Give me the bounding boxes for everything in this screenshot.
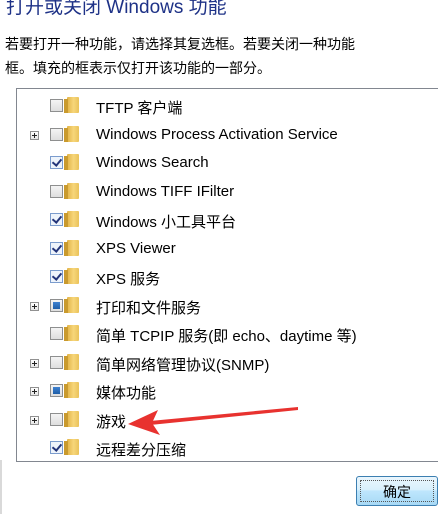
- feature-row[interactable]: 简单网络管理协议(SNMP): [17, 350, 438, 378]
- feature-label: XPS Viewer: [96, 239, 176, 257]
- folder-icon: [64, 154, 79, 170]
- folder-icon: [64, 439, 79, 455]
- feature-row[interactable]: Windows Search: [17, 150, 438, 178]
- feature-label: 游戏: [96, 413, 127, 431]
- feature-checkbox[interactable]: [50, 298, 63, 312]
- window-edge: [0, 460, 2, 514]
- expand-plus-icon[interactable]: [30, 387, 39, 396]
- ok-button[interactable]: 确定: [356, 476, 438, 506]
- feature-row[interactable]: Windows Process Activation Service: [17, 122, 438, 150]
- expand-plus-icon[interactable]: [30, 301, 39, 311]
- feature-checkbox[interactable]: [50, 99, 63, 112]
- feature-checkbox[interactable]: [50, 412, 63, 426]
- feature-row[interactable]: TFTP 客户端: [17, 93, 438, 121]
- folder-icon: [64, 239, 79, 256]
- expand-plus-icon[interactable]: [30, 130, 39, 140]
- feature-row[interactable]: Windows TIFF IFilter: [17, 179, 438, 207]
- feature-checkbox[interactable]: [50, 441, 63, 454]
- expand-plus-icon[interactable]: [30, 415, 39, 425]
- feature-checkbox[interactable]: [50, 156, 63, 169]
- folder-icon: [64, 97, 79, 113]
- feature-row[interactable]: XPS 服务: [17, 264, 438, 292]
- feature-label: Windows 小工具平台: [96, 214, 237, 231]
- feature-label: 打印和文件服务: [96, 299, 202, 317]
- folder-icon: [64, 125, 79, 142]
- features-tree[interactable]: TFTP 客户端 Windows Process Activation Servi…: [16, 88, 438, 462]
- feature-checkbox[interactable]: [50, 213, 63, 226]
- feature-label: Windows TIFF IFilter: [96, 182, 235, 200]
- feature-row[interactable]: Windows 小工具平台: [17, 207, 438, 235]
- feature-row[interactable]: XPS Viewer: [17, 236, 438, 264]
- feature-label: 简单 TCPIP 服务(即 echo、daytime 等): [96, 328, 357, 345]
- expand-plus-icon[interactable]: [30, 358, 39, 368]
- feature-checkbox[interactable]: [50, 127, 63, 141]
- feature-row[interactable]: 打印和文件服务: [17, 293, 438, 321]
- feature-label: XPS 服务: [96, 271, 161, 288]
- feature-row[interactable]: 简单 TCPIP 服务(即 echo、daytime 等): [17, 321, 438, 349]
- folder-icon: [64, 182, 79, 199]
- folder-icon: [64, 353, 79, 370]
- folder-icon: [64, 211, 79, 227]
- feature-label: Windows Search: [96, 154, 209, 171]
- feature-label: 简单网络管理协议(SNMP): [96, 356, 270, 374]
- feature-checkbox[interactable]: [50, 184, 63, 198]
- feature-row[interactable]: 远程差分压缩: [17, 435, 438, 461]
- dialog-title: 打开或关闭 Windows 功能: [6, 0, 227, 18]
- feature-checkbox[interactable]: [50, 270, 63, 283]
- dialog-description: 若要打开一种功能，请选择其复选框。若要关闭一种功能 框。填充的框表示仅打开该功能…: [5, 36, 355, 76]
- feature-checkbox[interactable]: [50, 355, 63, 369]
- feature-checkbox[interactable]: [50, 327, 63, 340]
- feature-label: 媒体功能: [96, 385, 157, 402]
- folder-icon: [64, 296, 79, 313]
- folder-icon: [64, 325, 79, 341]
- folder-icon: [64, 268, 79, 284]
- feature-checkbox[interactable]: [50, 241, 63, 255]
- feature-label: 远程差分压缩: [96, 442, 187, 459]
- folder-icon: [64, 382, 79, 398]
- feature-row[interactable]: 游戏: [17, 407, 438, 435]
- feature-label: Windows Process Activation Service: [96, 125, 338, 143]
- feature-checkbox[interactable]: [50, 384, 63, 397]
- feature-row[interactable]: 媒体功能: [17, 378, 438, 406]
- feature-label: TFTP 客户端: [96, 100, 183, 117]
- folder-icon: [64, 410, 79, 427]
